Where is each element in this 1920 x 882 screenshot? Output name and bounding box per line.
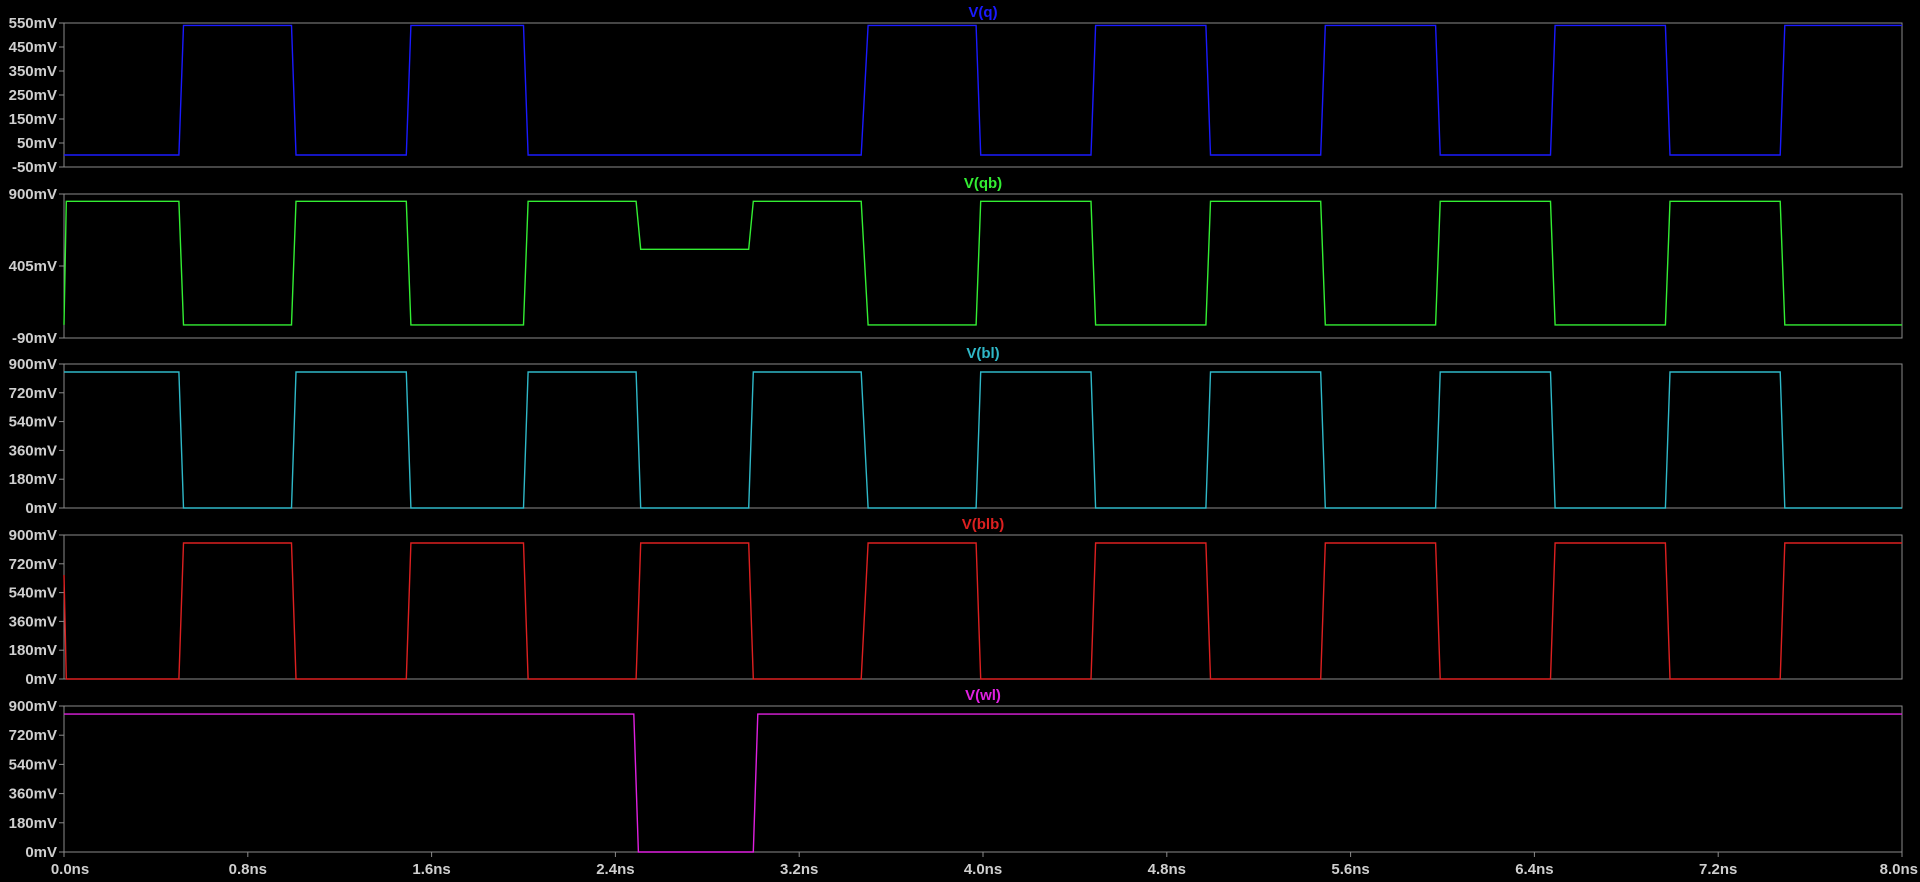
- y-tick-label-3-1: 720mV: [9, 556, 57, 573]
- trace-vwl: [64, 713, 1902, 853]
- y-tick-label-4-2: 540mV: [9, 756, 57, 773]
- y-tick-label-2-2: 540mV: [9, 414, 57, 431]
- y-tick-label-2-1: 720mV: [9, 385, 57, 402]
- y-tick-label-0-0: 550mV: [9, 15, 57, 32]
- y-tick-label-3-2: 540mV: [9, 585, 57, 602]
- panel-frame-4: [63, 705, 1903, 853]
- waveform-plot: V(q) 550mV 450mV 350mV 250mV 150mV 50mV -50mV V(…: [9, 4, 1918, 878]
- y-tick-label-0-3: 250mV: [9, 87, 57, 104]
- y-tick-label-4-0: 900mV: [9, 698, 57, 715]
- y-tick-label-3-5: 0mV: [25, 671, 57, 688]
- panel-title-4: V(wl): [965, 687, 1001, 704]
- y-tick-label-0-6: -50mV: [12, 159, 57, 176]
- x-tick-label-6: 4.8ns: [1148, 861, 1186, 878]
- y-tick-label-3-4: 180mV: [9, 642, 57, 659]
- trace-vqb: [63, 200, 1902, 326]
- x-tick-label-4: 3.2ns: [780, 861, 818, 878]
- x-tick-label-1: 0.8ns: [229, 861, 267, 878]
- x-tick-label-9: 7.2ns: [1699, 861, 1737, 878]
- y-tick-label-0-2: 350mV: [9, 63, 57, 80]
- y-tick-label-0-1: 450mV: [9, 39, 57, 56]
- y-tick-label-4-1: 720mV: [9, 727, 57, 744]
- y-tick-label-4-4: 180mV: [9, 815, 57, 832]
- y-tick-label-2-0: 900mV: [9, 356, 57, 373]
- x-tick-label-3: 2.4ns: [596, 861, 634, 878]
- y-tick-label-1-0: 900mV: [9, 186, 57, 203]
- y-tick-label-0-5: 50mV: [17, 135, 57, 152]
- panel-title-0: V(q): [968, 4, 997, 21]
- y-tick-label-4-3: 360mV: [9, 786, 57, 803]
- y-tick-label-3-0: 900mV: [9, 527, 57, 544]
- panel-frame-3: [63, 534, 1903, 680]
- panel-frame-1: [63, 193, 1903, 339]
- y-tick-label-4-5: 0mV: [25, 844, 57, 861]
- x-tick-label-0: 0.0ns: [51, 861, 89, 878]
- y-tick-label-1-1: 405mV: [9, 258, 57, 275]
- y-tick-label-2-4: 180mV: [9, 471, 57, 488]
- y-tick-label-2-5: 0mV: [25, 500, 57, 517]
- panel-title-2: V(bl): [966, 345, 999, 362]
- panel-title-1: V(qb): [964, 175, 1002, 192]
- y-tick-label-0-4: 150mV: [9, 111, 57, 128]
- y-tick-label-3-3: 360mV: [9, 613, 57, 630]
- panel-frame-2: [63, 363, 1903, 509]
- x-tick-label-5: 4.0ns: [964, 861, 1002, 878]
- x-tick-label-2: 1.6ns: [412, 861, 450, 878]
- trace-vq: [64, 24, 1902, 156]
- y-tick-label-2-3: 360mV: [9, 442, 57, 459]
- panel-frame-0: [63, 22, 1903, 168]
- trace-vblb: [63, 542, 1902, 680]
- x-tick-label-7: 5.6ns: [1331, 861, 1369, 878]
- x-tick-label-10: 8.0ns: [1880, 861, 1918, 878]
- x-tick-label-8: 6.4ns: [1515, 861, 1553, 878]
- trace-vbl: [64, 371, 1902, 509]
- y-tick-label-1-2: -90mV: [12, 330, 57, 347]
- panel-title-3: V(blb): [962, 516, 1005, 533]
